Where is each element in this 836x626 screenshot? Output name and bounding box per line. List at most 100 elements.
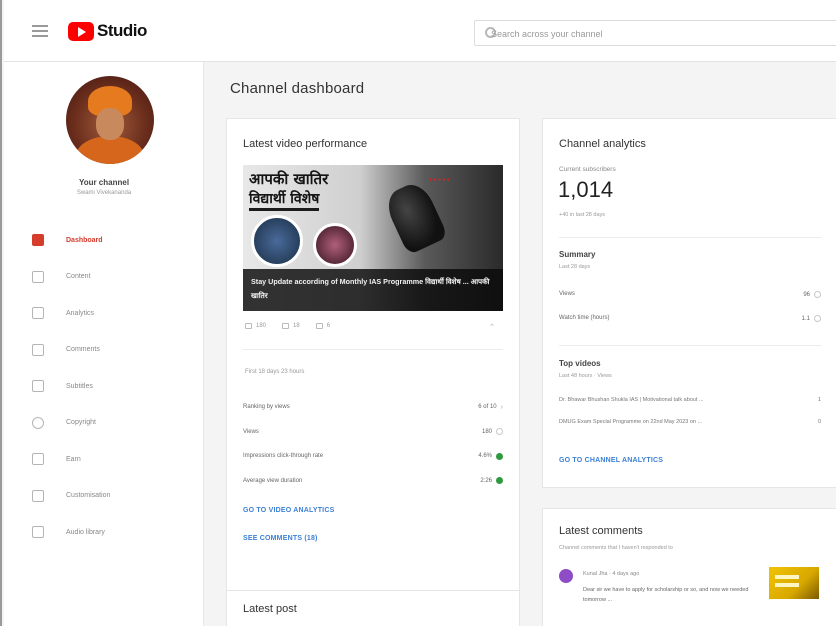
sidebar-item-label: Customisation [66, 492, 111, 500]
metric-avg-duration: Average view duration 2:26 [243, 469, 503, 494]
top-videos-title: Top videos [559, 359, 601, 368]
content-icon [32, 270, 44, 283]
sidebar-item-audio-library[interactable]: Audio library [4, 514, 204, 551]
comment-video-thumbnail[interactable] [769, 567, 819, 599]
latest-comments-card: Latest comments Channel comments that I … [542, 508, 836, 626]
views-stat: 180 [245, 323, 266, 329]
sidebar-item-content[interactable]: Content [4, 259, 204, 296]
metric-value: 4.6% [478, 453, 492, 460]
sidebar-item-earn[interactable]: Earn [4, 441, 204, 478]
channel-handle: Swami Vivekananda [76, 190, 132, 196]
top-video-row[interactable]: DMUG Exam Special Programme on 22nd May … [559, 419, 821, 425]
sidebar-item-comments[interactable]: Comments [4, 332, 204, 369]
earn-icon [32, 453, 44, 466]
analytics-icon [32, 307, 44, 320]
subtitles-icon [32, 380, 44, 393]
comments-icon [32, 343, 44, 356]
metric-label: Average view duration [243, 477, 303, 484]
search-box[interactable] [474, 20, 836, 46]
period-label: First 18 days 23 hours [245, 369, 305, 375]
card-title: Latest video performance [243, 138, 368, 150]
sidebar-item-dashboard[interactable]: Dashboard [4, 222, 204, 259]
top-videos-period: Last 48 hours · Views [559, 373, 612, 379]
top-video-title: DMUG Exam Special Programme on 22nd May … [559, 419, 703, 425]
top-bar: Studio [4, 0, 836, 62]
divider [559, 345, 821, 346]
latest-video-card: Latest video performance आपकी खातिर विद्… [226, 118, 520, 606]
thumbnail-subheading: विद्यार्थी विशेष [249, 189, 320, 211]
sidebar-nav: Dashboard Content Analytics Comments Sub… [4, 222, 204, 551]
divider [559, 237, 821, 238]
good-status-icon [496, 477, 503, 485]
commenter-avatar[interactable] [559, 569, 573, 583]
summary-label: Views [559, 291, 575, 297]
metric-value: 6 of 10 [478, 404, 497, 411]
channel-avatar[interactable] [66, 76, 154, 164]
sidebar-item-label: Content [66, 273, 91, 281]
like-icon [315, 323, 323, 329]
sidebar-item-customisation[interactable]: Customisation [4, 478, 204, 515]
subscribers-count: 1,014 [558, 177, 614, 202]
card-title: Latest post [243, 603, 297, 615]
sidebar: Your channel Swami Vivekananda Dashboard… [4, 62, 204, 626]
expand-icon[interactable]: ⌃ [489, 323, 495, 331]
neutral-status-icon [496, 428, 503, 436]
sidebar-item-subtitles[interactable]: Subtitles [4, 368, 204, 405]
top-video-views: 1 [817, 397, 821, 403]
metric-value: 2:26 [480, 477, 492, 484]
metric-views: Views 180 [243, 420, 503, 445]
top-video-row[interactable]: Dr. Bhawar Bhushan Shukla IAS | Motivati… [559, 397, 821, 403]
channel-analytics-link[interactable]: GO TO CHANNEL ANALYTICS [559, 457, 663, 464]
video-thumbnail[interactable]: आपकी खातिर विद्यार्थी विशेष ● ● ● ● ● St… [243, 165, 503, 311]
metric-label: Impressions click-through rate [243, 453, 324, 460]
summary-value: 1.1 [801, 315, 810, 322]
neutral-status-icon [814, 291, 821, 298]
thumbnail-heading: आपकी खातिर [249, 170, 329, 188]
metric-value: 180 [481, 428, 492, 435]
channel-analytics-card: Channel analytics Current subscribers 1,… [542, 118, 836, 488]
search-input[interactable] [491, 25, 811, 42]
neutral-status-icon [814, 315, 821, 322]
chevron-right-icon: › [500, 403, 503, 411]
sidebar-item-copyright[interactable]: Copyright [4, 405, 204, 442]
sidebar-item-label: Earn [66, 455, 81, 463]
audio-library-icon [32, 526, 44, 539]
summary-views: Views 96 [559, 291, 821, 298]
see-comments-link[interactable]: SEE COMMENTS (18) [243, 535, 318, 542]
customisation-icon [32, 489, 44, 502]
comments-stat: 18 [282, 323, 300, 329]
comment-meta: Kunal Jha · 4 days ago [583, 571, 640, 577]
comment-text: Dear sir we have to apply for scholarshi… [583, 587, 749, 603]
likes-stat: 6 [315, 323, 330, 329]
video-metrics: Ranking by views 6 of 10 › Views 180 Impr… [243, 395, 503, 493]
sidebar-item-label: Subtitles [66, 382, 93, 390]
thumbnail-caption: Stay Update according of Monthly IAS Pro… [251, 277, 490, 300]
video-stats: 180 18 6 [245, 323, 330, 329]
subscribers-change: +40 in last 28 days [559, 212, 606, 218]
metric-ctr: Impressions click-through rate 4.6% [243, 444, 503, 469]
video-analytics-link[interactable]: GO TO VIDEO ANALYTICS [243, 507, 334, 514]
brand-text: Studio [97, 21, 147, 40]
summary-value: 96 [803, 291, 810, 298]
sidebar-item-label: Dashboard [66, 236, 103, 244]
studio-logo[interactable]: Studio [68, 21, 147, 41]
studio-window: Studio Your channel Swami Vivekananda Da… [0, 0, 836, 626]
sidebar-item-analytics[interactable]: Analytics [4, 295, 204, 332]
metric-label: Ranking by views [243, 404, 290, 411]
thumbnail-tag: ● ● ● ● ● [429, 177, 450, 183]
guest-photo [313, 223, 357, 267]
top-video-title: Dr. Bhawar Bhushan Shukla IAS | Motivati… [559, 397, 704, 403]
channel-name: Your channel [78, 178, 130, 187]
metric-label: Views [243, 428, 259, 435]
sidebar-item-label: Audio library [66, 528, 105, 536]
sidebar-item-label: Analytics [66, 309, 95, 317]
subscribers-label: Current subscribers [559, 166, 616, 173]
metric-ranking: Ranking by views 6 of 10 › [243, 395, 503, 420]
page-title: Channel dashboard [230, 80, 365, 97]
summary-watch-time: Watch time (hours) 1.1 [559, 315, 821, 322]
speaker-photo [251, 215, 303, 267]
menu-icon[interactable] [32, 25, 48, 37]
card-title: Latest comments [559, 525, 643, 537]
summary-period: Last 28 days [559, 264, 591, 270]
dashboard-icon [32, 234, 44, 247]
